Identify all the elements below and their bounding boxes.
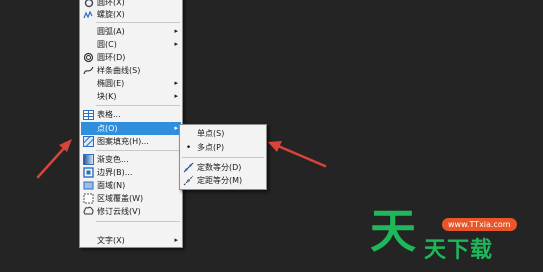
helix-icon <box>83 9 94 20</box>
ring-icon <box>83 0 94 8</box>
watermark-url-badge: www.TTxia.com <box>442 218 517 231</box>
menu-item-label: 单点(S) <box>197 129 225 138</box>
menu-item-label: 面域(N) <box>97 181 126 190</box>
site-watermark: 天 www.TTxia.com 天下载 <box>362 206 543 272</box>
menu-item-revcloud[interactable]: 修订云线(V) <box>81 205 181 218</box>
menu-item-label: 定距等分(M) <box>197 176 243 185</box>
boundary-icon <box>83 167 94 178</box>
menu-item-label: 区域覆盖(W) <box>97 194 144 203</box>
right-annotation-arrow <box>268 141 327 168</box>
submenu-item-measure[interactable]: 定距等分(M) <box>181 174 265 187</box>
submenu-item-single-point[interactable]: 单点(S) <box>181 127 265 140</box>
left-annotation-arrow <box>36 139 72 179</box>
submenu-item-divide[interactable]: 定数等分(D) <box>181 161 265 174</box>
measure-icon <box>183 175 194 186</box>
submenu-arrow-icon: ▸ <box>174 124 178 132</box>
menu-item-label: 文字(X) <box>97 236 125 245</box>
menu-item-ellipse[interactable]: 椭圆(E) ▸ <box>81 77 181 90</box>
menu-separator <box>96 150 180 151</box>
watermark-logo-text: 天 <box>370 204 416 258</box>
revcloud-icon <box>83 206 94 217</box>
menu-separator <box>182 157 264 158</box>
region-icon <box>83 180 94 191</box>
menu-item-arc[interactable]: 圆弧(A) ▸ <box>81 25 181 38</box>
spline-icon <box>83 65 94 76</box>
menu-item-label: 圆(C) <box>97 40 117 49</box>
menu-item-circle[interactable]: 圆(C) ▸ <box>81 38 181 51</box>
menu-item-label: 表格... <box>97 110 121 119</box>
menu-item-label: 样条曲线(S) <box>97 66 141 75</box>
menu-item-label: 多点(P) <box>197 143 225 152</box>
menu-item-label: 图案填充(H)... <box>97 137 149 146</box>
menu-item-gradient[interactable]: 渐变色... <box>81 153 181 166</box>
submenu-arrow-icon: ▸ <box>174 79 178 87</box>
point-submenu: 单点(S) • 多点(P) 定数等分(D) 定距等分(M) <box>179 124 267 190</box>
menu-item-label: 修订云线(V) <box>97 207 141 216</box>
menu-item-boundary[interactable]: 边界(B)... <box>81 166 181 179</box>
table-icon <box>83 109 94 120</box>
menu-item-label: 圆环(X) <box>97 0 125 7</box>
wipeout-icon <box>83 193 94 204</box>
menu-item-label: 点(O) <box>97 124 118 133</box>
menu-item-label: 椭圆(E) <box>97 79 125 88</box>
submenu-arrow-icon: ▸ <box>174 236 178 244</box>
menu-item-region[interactable]: 面域(N) <box>81 179 181 192</box>
menu-item-text[interactable]: 文字(X) ▸ <box>81 234 181 247</box>
menu-item-label: 圆弧(A) <box>97 27 125 36</box>
menu-item-donut[interactable]: 圆环(D) <box>81 51 181 64</box>
menu-item-point[interactable]: 点(O) ▸ <box>81 122 181 135</box>
hatch-icon <box>83 136 94 147</box>
menu-item-spline[interactable]: 样条曲线(S) <box>81 64 181 77</box>
watermark-brand-text: 天下载 <box>424 238 494 263</box>
submenu-arrow-icon: ▸ <box>174 92 178 100</box>
menu-item-label: 圆环(D) <box>97 53 126 62</box>
donut-icon <box>83 52 94 63</box>
menu-item-hatch[interactable]: 图案填充(H)... <box>81 135 181 148</box>
menu-item-block[interactable]: 块(K) ▸ <box>81 90 181 103</box>
submenu-item-multiple-point[interactable]: • 多点(P) <box>181 141 265 154</box>
menu-item-label: 块(K) <box>97 92 117 101</box>
submenu-arrow-icon: ▸ <box>174 27 178 35</box>
menu-item-wipeout[interactable]: 区域覆盖(W) <box>81 192 181 205</box>
menu-item-label: 螺旋(X) <box>97 10 125 19</box>
draw-menu: 圆环(X) 螺旋(X) 圆弧(A) ▸ 圆(C) ▸ 圆环(D) 样条曲线(S)… <box>79 0 183 248</box>
menu-item-label: 定数等分(D) <box>197 163 242 172</box>
menu-separator <box>96 22 180 23</box>
menu-item-helix[interactable]: 螺旋(X) <box>81 8 181 21</box>
divide-icon <box>183 162 194 173</box>
menu-separator <box>96 105 180 106</box>
menu-item-table[interactable]: 表格... <box>81 108 181 121</box>
menu-item-label: 渐变色... <box>97 155 129 164</box>
submenu-arrow-icon: ▸ <box>174 40 178 48</box>
gradient-icon <box>83 154 94 165</box>
menu-item-label: 边界(B)... <box>97 168 133 177</box>
bullet-icon: • <box>185 142 192 153</box>
menu-separator <box>96 221 180 222</box>
